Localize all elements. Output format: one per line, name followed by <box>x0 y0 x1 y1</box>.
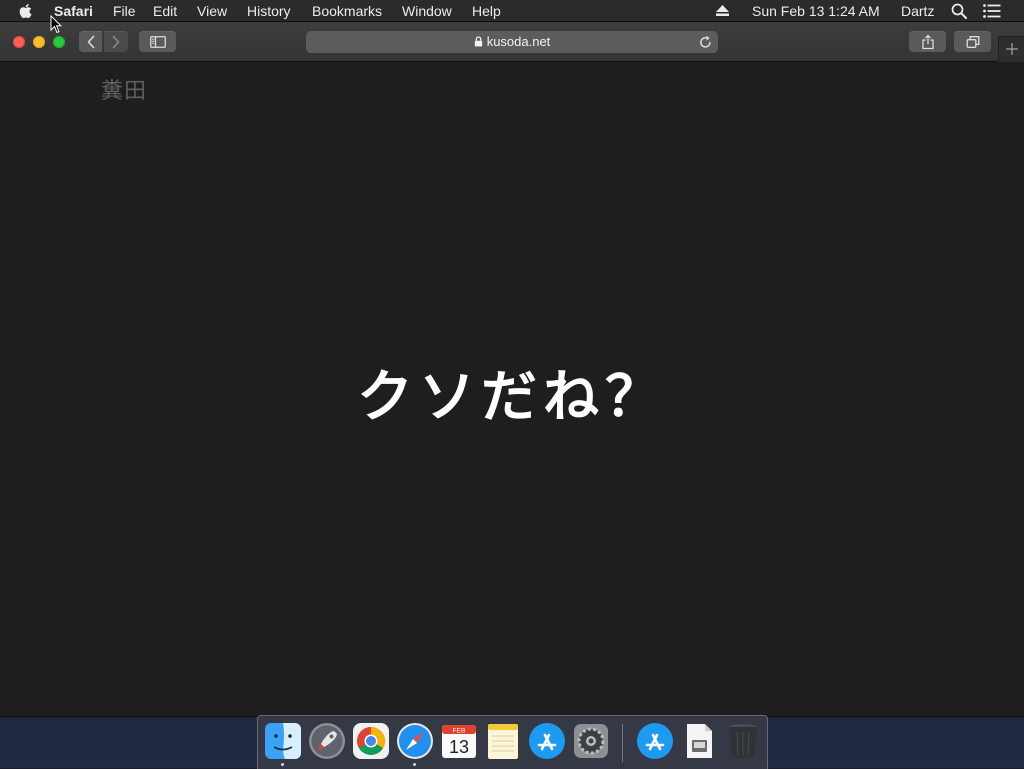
plus-icon <box>1006 43 1018 55</box>
mouse-pointer-icon <box>50 15 62 34</box>
app-store-icon <box>637 723 673 759</box>
safari-compass-icon <box>397 723 433 759</box>
window-close-button[interactable] <box>13 36 25 48</box>
dock-google-chrome[interactable] <box>352 722 390 760</box>
apple-icon <box>19 4 32 19</box>
launchpad-icon <box>309 723 345 759</box>
dock-calendar[interactable]: FEB 13 <box>440 722 478 760</box>
show-all-tabs-button[interactable] <box>954 31 991 52</box>
menu-file[interactable]: File <box>113 0 136 22</box>
chevron-right-icon <box>112 35 120 48</box>
lock-icon <box>474 36 482 47</box>
dock-finder[interactable] <box>264 722 302 760</box>
window-minimize-button[interactable] <box>33 36 45 48</box>
notification-center-button[interactable] <box>983 0 1003 22</box>
dock-app-store-2[interactable] <box>636 722 674 760</box>
back-button[interactable] <box>79 31 102 52</box>
address-bar[interactable]: kusoda.net <box>306 31 718 53</box>
chrome-icon <box>353 723 389 759</box>
dock-trash[interactable] <box>724 722 762 760</box>
calendar-month: FEB <box>453 728 466 735</box>
dock-notes[interactable] <box>484 722 522 760</box>
chevron-left-icon <box>87 35 94 48</box>
dock-system-preferences[interactable] <box>572 722 610 760</box>
menu-edit[interactable]: Edit <box>153 0 177 22</box>
dock-safari[interactable] <box>396 722 434 760</box>
show-sidebar-button[interactable] <box>139 31 176 52</box>
menu-user-name[interactable]: Dartz <box>901 0 934 22</box>
apple-menu[interactable] <box>19 0 37 22</box>
eject-status-item[interactable] <box>716 0 730 22</box>
safari-window: kusoda.net 糞田 クソだね？ <box>0 22 1024 716</box>
search-icon <box>951 3 967 19</box>
menu-help[interactable]: Help <box>472 0 501 22</box>
window-zoom-button[interactable] <box>53 36 65 48</box>
list-icon <box>983 4 1001 18</box>
gear-icon <box>574 724 608 758</box>
dock-app-store[interactable] <box>528 722 566 760</box>
app-store-icon <box>529 723 565 759</box>
eject-icon <box>716 5 729 16</box>
url-text: kusoda.net <box>486 34 551 49</box>
sidebar-icon <box>149 35 166 48</box>
forward-button[interactable] <box>104 31 128 52</box>
site-logo[interactable]: 糞田 <box>101 73 147 105</box>
menu-history[interactable]: History <box>247 0 291 22</box>
new-tab-button[interactable] <box>998 36 1024 62</box>
menu-clock[interactable]: Sun Feb 13 1:24 AM <box>752 0 880 22</box>
calendar-day: 13 <box>449 737 469 757</box>
reload-icon[interactable] <box>699 35 712 49</box>
dock-separator <box>622 724 623 762</box>
menu-window[interactable]: Window <box>402 0 452 22</box>
document-icon <box>687 724 712 758</box>
menu-bookmarks[interactable]: Bookmarks <box>312 0 382 22</box>
page-headline: クソだね？ <box>357 365 667 430</box>
menu-bar: Safari File Edit View History Bookmarks … <box>0 0 1024 22</box>
calendar-icon: FEB 13 <box>442 725 476 758</box>
finder-running-indicator <box>281 763 284 766</box>
dock-launchpad[interactable] <box>308 722 346 760</box>
spotlight-button[interactable] <box>951 0 969 22</box>
desktop: Safari File Edit View History Bookmarks … <box>0 0 1024 769</box>
finder-icon <box>265 723 301 759</box>
dock: FEB 13 <box>257 715 768 769</box>
web-page-content: 糞田 クソだね？ <box>0 62 1024 716</box>
notes-icon <box>488 724 518 759</box>
dock-document[interactable] <box>680 722 718 760</box>
safari-running-indicator <box>413 763 416 766</box>
share-icon <box>921 34 934 49</box>
tabs-overview-icon <box>966 35 979 48</box>
trash-icon <box>729 724 757 759</box>
menu-view[interactable]: View <box>197 0 227 22</box>
safari-toolbar: kusoda.net <box>0 22 1024 62</box>
share-button[interactable] <box>909 31 946 52</box>
